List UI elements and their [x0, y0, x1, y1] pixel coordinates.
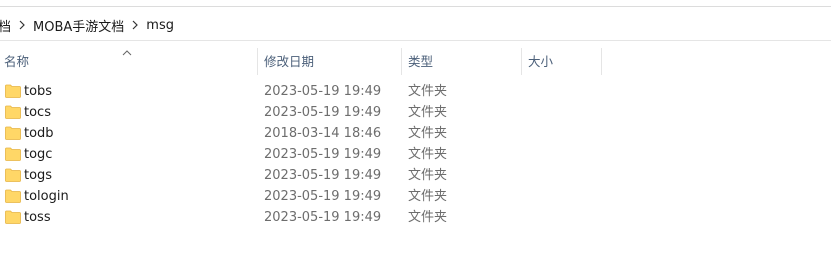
breadcrumb-item-moba-docs[interactable]: MOBA手游文档: [29, 16, 128, 35]
file-row[interactable]: todb 2018-03-14 18:46 文件夹: [0, 123, 831, 144]
file-type: 文件夹: [408, 189, 448, 204]
column-divider[interactable]: [257, 48, 258, 75]
folder-icon: [5, 84, 21, 98]
column-header-bar: 名称 修改日期 类型 大小: [0, 48, 831, 75]
folder-icon: [5, 210, 21, 224]
file-type: 文件夹: [408, 147, 448, 162]
file-type: 文件夹: [408, 126, 448, 141]
folder-icon: [5, 147, 21, 161]
file-row[interactable]: tologin 2023-05-19 19:49 文件夹: [0, 186, 831, 207]
breadcrumb-item-parent[interactable]: 档: [0, 16, 15, 35]
column-header-size[interactable]: 大小: [528, 48, 553, 75]
sort-ascending-icon: [122, 44, 132, 59]
column-header-type[interactable]: 类型: [408, 48, 433, 75]
column-header-modified[interactable]: 修改日期: [264, 48, 314, 75]
file-modified: 2023-05-19 19:49: [264, 168, 382, 183]
folder-icon: [5, 105, 21, 119]
file-row[interactable]: togs 2023-05-19 19:49 文件夹: [0, 165, 831, 186]
file-type: 文件夹: [408, 210, 448, 225]
file-name[interactable]: tobs: [24, 81, 52, 102]
file-type: 文件夹: [408, 84, 448, 99]
column-divider[interactable]: [521, 48, 522, 75]
file-type: 文件夹: [408, 105, 448, 120]
file-row[interactable]: toss 2023-05-19 19:49 文件夹: [0, 207, 831, 228]
file-name[interactable]: toss: [24, 207, 51, 228]
chevron-right-icon[interactable]: [15, 20, 29, 30]
address-bar-border: [0, 40, 831, 41]
breadcrumb[interactable]: 档 MOBA手游文档 msg: [0, 10, 831, 40]
file-modified: 2023-05-19 19:49: [264, 84, 382, 99]
file-modified: 2018-03-14 18:46: [264, 126, 382, 141]
file-row[interactable]: tobs 2023-05-19 19:49 文件夹: [0, 81, 831, 102]
file-name[interactable]: togs: [24, 165, 52, 186]
folder-icon: [5, 168, 21, 182]
file-name[interactable]: todb: [24, 123, 54, 144]
file-modified: 2023-05-19 19:49: [264, 189, 382, 204]
breadcrumb-item-msg[interactable]: msg: [142, 18, 178, 33]
chevron-right-icon[interactable]: [128, 20, 142, 30]
file-name[interactable]: tologin: [24, 186, 69, 207]
window-top-edge: [0, 0, 831, 7]
folder-icon: [5, 189, 21, 203]
file-modified: 2023-05-19 19:49: [264, 210, 382, 225]
file-modified: 2023-05-19 19:49: [264, 105, 382, 120]
file-row[interactable]: tocs 2023-05-19 19:49 文件夹: [0, 102, 831, 123]
column-divider[interactable]: [601, 48, 602, 75]
file-name[interactable]: tocs: [24, 102, 51, 123]
file-list: tobs 2023-05-19 19:49 文件夹 tocs 2023-05-1…: [0, 81, 831, 228]
file-name[interactable]: togc: [24, 144, 52, 165]
file-row[interactable]: togc 2023-05-19 19:49 文件夹: [0, 144, 831, 165]
file-type: 文件夹: [408, 168, 448, 183]
column-header-name[interactable]: 名称: [4, 48, 29, 75]
file-modified: 2023-05-19 19:49: [264, 147, 382, 162]
column-divider[interactable]: [401, 48, 402, 75]
folder-icon: [5, 126, 21, 140]
